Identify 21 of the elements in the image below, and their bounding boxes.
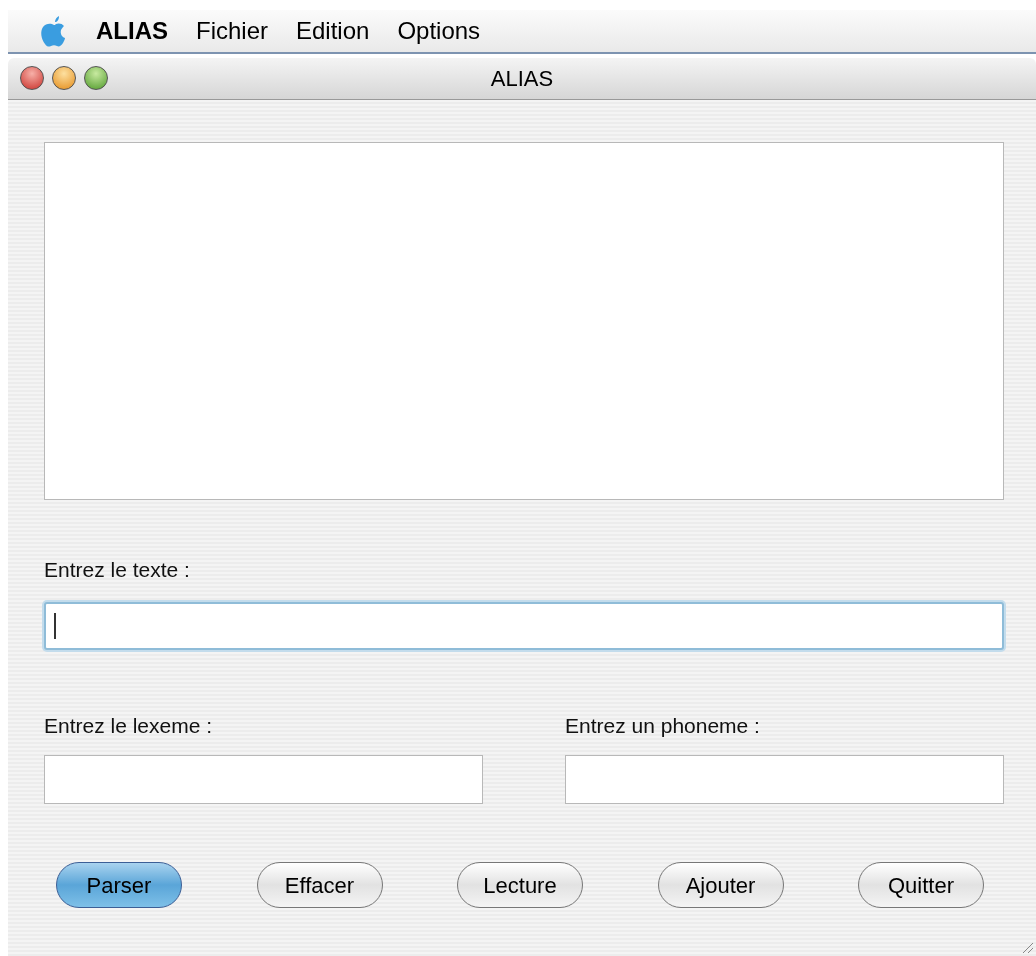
field-label: Entrez le texte : (44, 557, 191, 583)
minimize-button[interactable] (52, 66, 76, 90)
close-button[interactable] (20, 66, 44, 90)
push-button[interactable]: Effacer (256, 862, 383, 908)
menu-item[interactable]: Options (397, 13, 481, 49)
menu-app-name[interactable]: ALIAS (96, 13, 168, 49)
text-input-field[interactable] (44, 601, 1004, 650)
window-title: ALIAS (490, 65, 554, 93)
apple-logo-icon[interactable] (40, 14, 68, 48)
push-button[interactable]: Quitter (858, 862, 984, 908)
text-input-field[interactable] (44, 755, 483, 804)
field-label: Entrez un phoneme : (565, 712, 761, 739)
push-button[interactable]: Parser (56, 862, 182, 908)
push-button[interactable]: Ajouter (657, 862, 784, 908)
field-label: Entrez le lexeme : (44, 712, 214, 739)
menu-item[interactable]: Edition (296, 13, 370, 49)
text-input-field[interactable] (565, 755, 1004, 804)
push-button[interactable]: Lecture (457, 862, 583, 908)
zoom-button[interactable] (84, 66, 108, 90)
text-cursor (54, 612, 56, 639)
menu-item[interactable]: Fichier (196, 13, 268, 49)
